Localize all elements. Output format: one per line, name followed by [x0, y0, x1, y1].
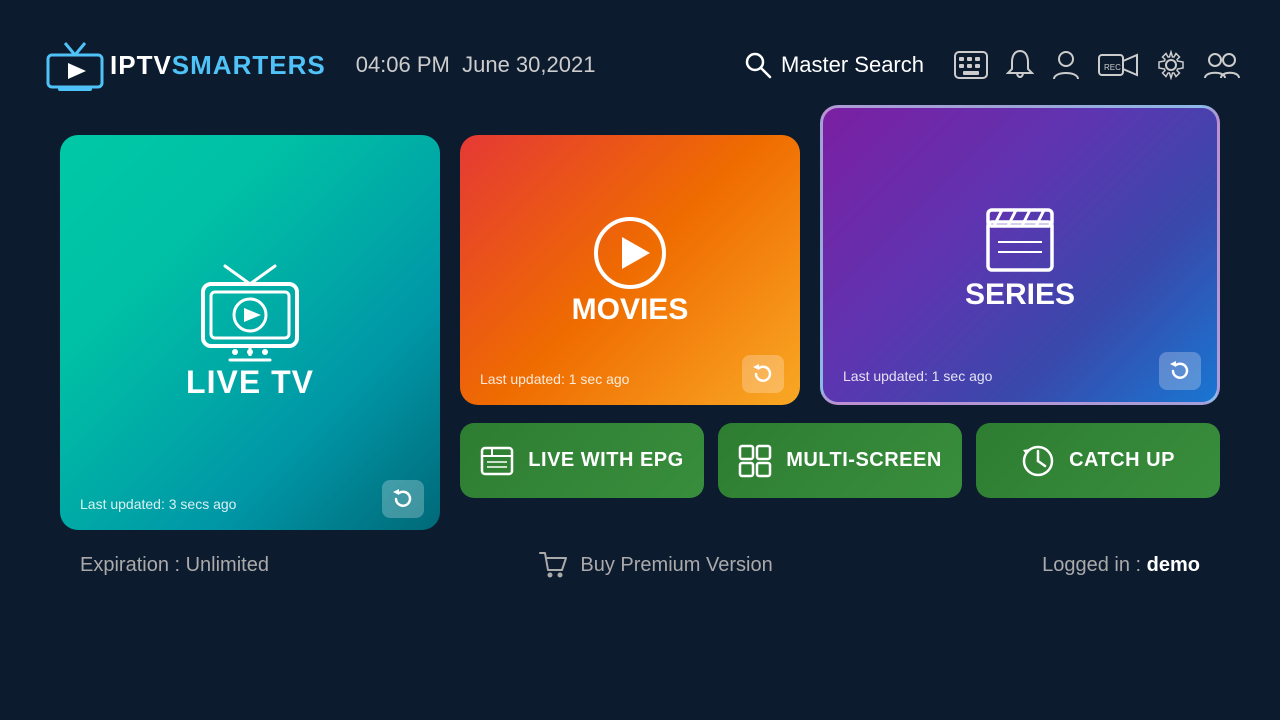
movies-icon [590, 213, 670, 293]
refresh-icon [1169, 360, 1191, 382]
switch-user-icon[interactable] [1204, 50, 1240, 80]
username-label: demo [1147, 554, 1200, 576]
cards-row: LIVE TV Last updated: 3 secs ago MOVIES [60, 135, 1220, 530]
keyboard-icon[interactable] [954, 51, 988, 79]
series-title: SERIES [965, 278, 1075, 312]
series-last-updated: Last updated: 1 sec ago [843, 368, 992, 384]
buy-premium-button[interactable]: Buy Premium Version [538, 550, 772, 580]
logged-in-text: Logged in : demo [1042, 554, 1200, 577]
search-label: Master Search [781, 52, 924, 78]
catch-up-label: CATCH UP [1069, 449, 1175, 472]
svg-text:REC: REC [1104, 63, 1121, 72]
logo: IPTVSMARTERS [40, 35, 326, 95]
epg-icon [480, 444, 514, 478]
main-content: LIVE TV Last updated: 3 secs ago MOVIES [0, 130, 1280, 530]
movies-card[interactable]: MOVIES Last updated: 1 sec ago [460, 135, 800, 405]
movies-title: MOVIES [572, 293, 689, 327]
header-icons: REC [954, 49, 1240, 81]
cart-icon [538, 550, 568, 580]
live-epg-label: LIVE WITH EPG [528, 449, 683, 472]
settings-icon[interactable] [1156, 50, 1186, 80]
multi-screen-label: MULTI-SCREEN [786, 449, 942, 472]
multi-screen-icon [738, 444, 772, 478]
right-column: MOVIES Last updated: 1 sec ago [460, 135, 1220, 498]
live-tv-title: LIVE TV [186, 364, 314, 401]
refresh-icon [392, 488, 414, 510]
bell-icon[interactable] [1006, 49, 1034, 81]
refresh-icon [752, 363, 774, 385]
series-card[interactable]: SERIES Last updated: 1 sec ago [820, 105, 1220, 405]
search-icon [743, 50, 773, 80]
live-tv-last-updated: Last updated: 3 secs ago [80, 496, 236, 512]
live-tv-card[interactable]: LIVE TV Last updated: 3 secs ago [60, 135, 440, 530]
series-icon [980, 198, 1060, 278]
live-tv-icon [195, 264, 305, 364]
catchup-icon [1021, 444, 1055, 478]
rec-icon[interactable]: REC [1098, 51, 1138, 79]
live-tv-refresh-button[interactable] [382, 480, 424, 518]
multi-screen-button[interactable]: MULTI-SCREEN [718, 423, 962, 498]
top-right-row: MOVIES Last updated: 1 sec ago [460, 135, 1220, 405]
user-icon[interactable] [1052, 49, 1080, 81]
search-area[interactable]: Master Search [743, 50, 924, 80]
bottom-buttons-row: LIVE WITH EPG MULTI-SCREEN [460, 423, 1220, 498]
movies-refresh-button[interactable] [742, 355, 784, 393]
series-refresh-button[interactable] [1159, 352, 1201, 390]
datetime: 04:06 PM June 30,2021 [356, 52, 596, 78]
live-epg-button[interactable]: LIVE WITH EPG [460, 423, 704, 498]
buy-premium-label: Buy Premium Version [580, 554, 772, 577]
catch-up-button[interactable]: CATCH UP [976, 423, 1220, 498]
logo-icon [40, 35, 110, 95]
logo-text: IPTVSMARTERS [110, 50, 326, 81]
expiry-text: Expiration : Unlimited [80, 554, 269, 577]
footer: Expiration : Unlimited Buy Premium Versi… [0, 538, 1280, 580]
movies-last-updated: Last updated: 1 sec ago [480, 371, 629, 387]
